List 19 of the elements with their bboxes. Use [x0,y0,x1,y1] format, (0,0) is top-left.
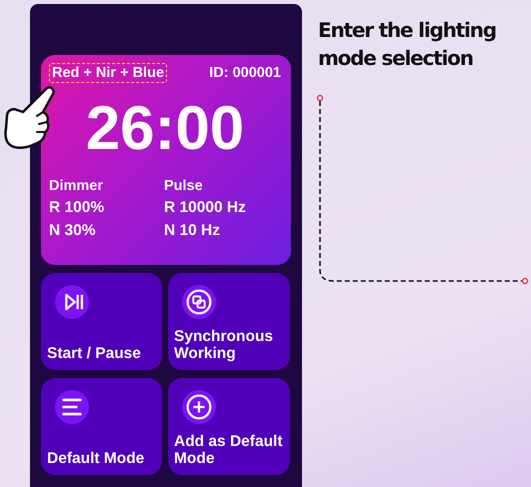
setting-value: R 10000 Hz [164,199,246,217]
column-heading: Dimmer [49,178,104,194]
play-pause-icon [55,285,89,319]
action-button[interactable]: Add as Default Mode [168,378,290,475]
menu-icon [55,390,89,424]
setting-value: N 30% [49,222,97,240]
action-button[interactable]: Synchronous Working [168,273,290,370]
column-heading: Pulse [164,178,204,194]
setting-value: R 100% [49,199,106,217]
mode-label[interactable]: Red + Nir + Blue [49,63,168,83]
timer-display: 26:00 [84,98,246,160]
add-icon [182,390,216,424]
action-button[interactable]: Default Mode [41,378,162,475]
sync-icon [182,285,216,319]
device-id: ID: 000001 [209,65,281,81]
setting-value: N 10 Hz [164,222,221,240]
pointing-hand-icon [3,84,57,152]
callout-text: Enter the lighting mode selection [318,17,497,72]
action-button[interactable]: Start / Pause [41,273,162,370]
